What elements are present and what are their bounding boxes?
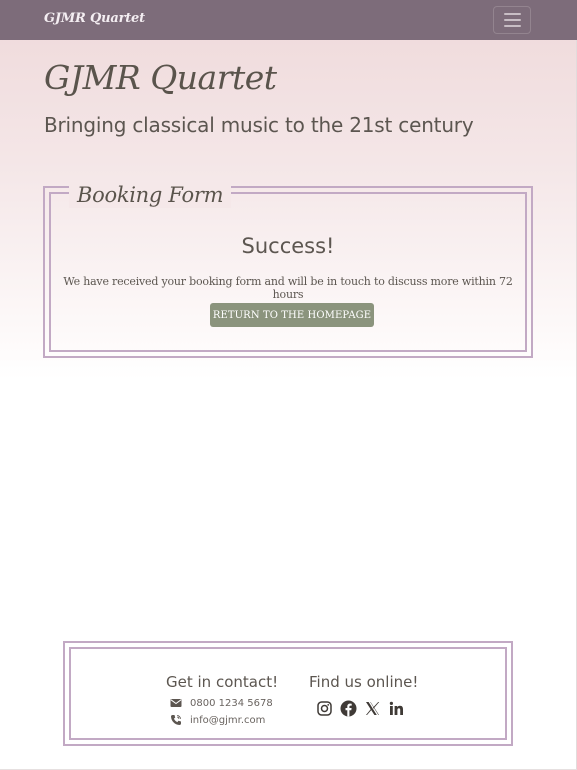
x-twitter-icon[interactable] <box>364 700 381 717</box>
booking-form-inner-border: Booking Form Success! We have received y… <box>49 182 527 352</box>
success-message: We have received your booking form and w… <box>63 275 513 301</box>
page-subtitle: Bringing classical music to the 21st cen… <box>44 113 474 137</box>
success-heading: Success! <box>241 234 335 258</box>
contact-heading: Get in contact! <box>166 673 279 691</box>
social-links <box>316 700 405 717</box>
phone-icon <box>170 714 182 726</box>
instagram-icon[interactable] <box>316 700 333 717</box>
linkedin-icon[interactable] <box>388 700 405 717</box>
phone-number[interactable]: 0800 1234 5678 <box>190 698 273 709</box>
phone-line: 0800 1234 5678 <box>170 697 273 709</box>
navbar: GJMR Quartet <box>0 0 577 40</box>
booking-form-panel: Booking Form Success! We have received y… <box>43 182 533 358</box>
facebook-icon[interactable] <box>340 700 357 717</box>
page-title: GJMR Quartet <box>44 58 277 97</box>
hamburger-icon-bar <box>503 13 521 15</box>
email-address[interactable]: info@gjmr.com <box>190 715 265 726</box>
hamburger-icon-bar <box>503 19 521 21</box>
return-home-button[interactable]: RETURN TO THE HOMEPAGE <box>210 303 374 327</box>
navbar-toggle-button[interactable] <box>493 6 531 34</box>
footer-inner-border: Get in contact! 0800 1234 5678 info@gjmr… <box>69 647 507 740</box>
email-line: info@gjmr.com <box>170 714 265 726</box>
online-heading: Find us online! <box>309 673 419 691</box>
footer: Get in contact! 0800 1234 5678 info@gjmr… <box>63 641 513 746</box>
navbar-brand[interactable]: GJMR Quartet <box>44 11 145 26</box>
booking-form-legend: Booking Form <box>69 182 232 208</box>
envelope-icon <box>170 697 182 709</box>
hamburger-icon-bar <box>503 25 521 27</box>
